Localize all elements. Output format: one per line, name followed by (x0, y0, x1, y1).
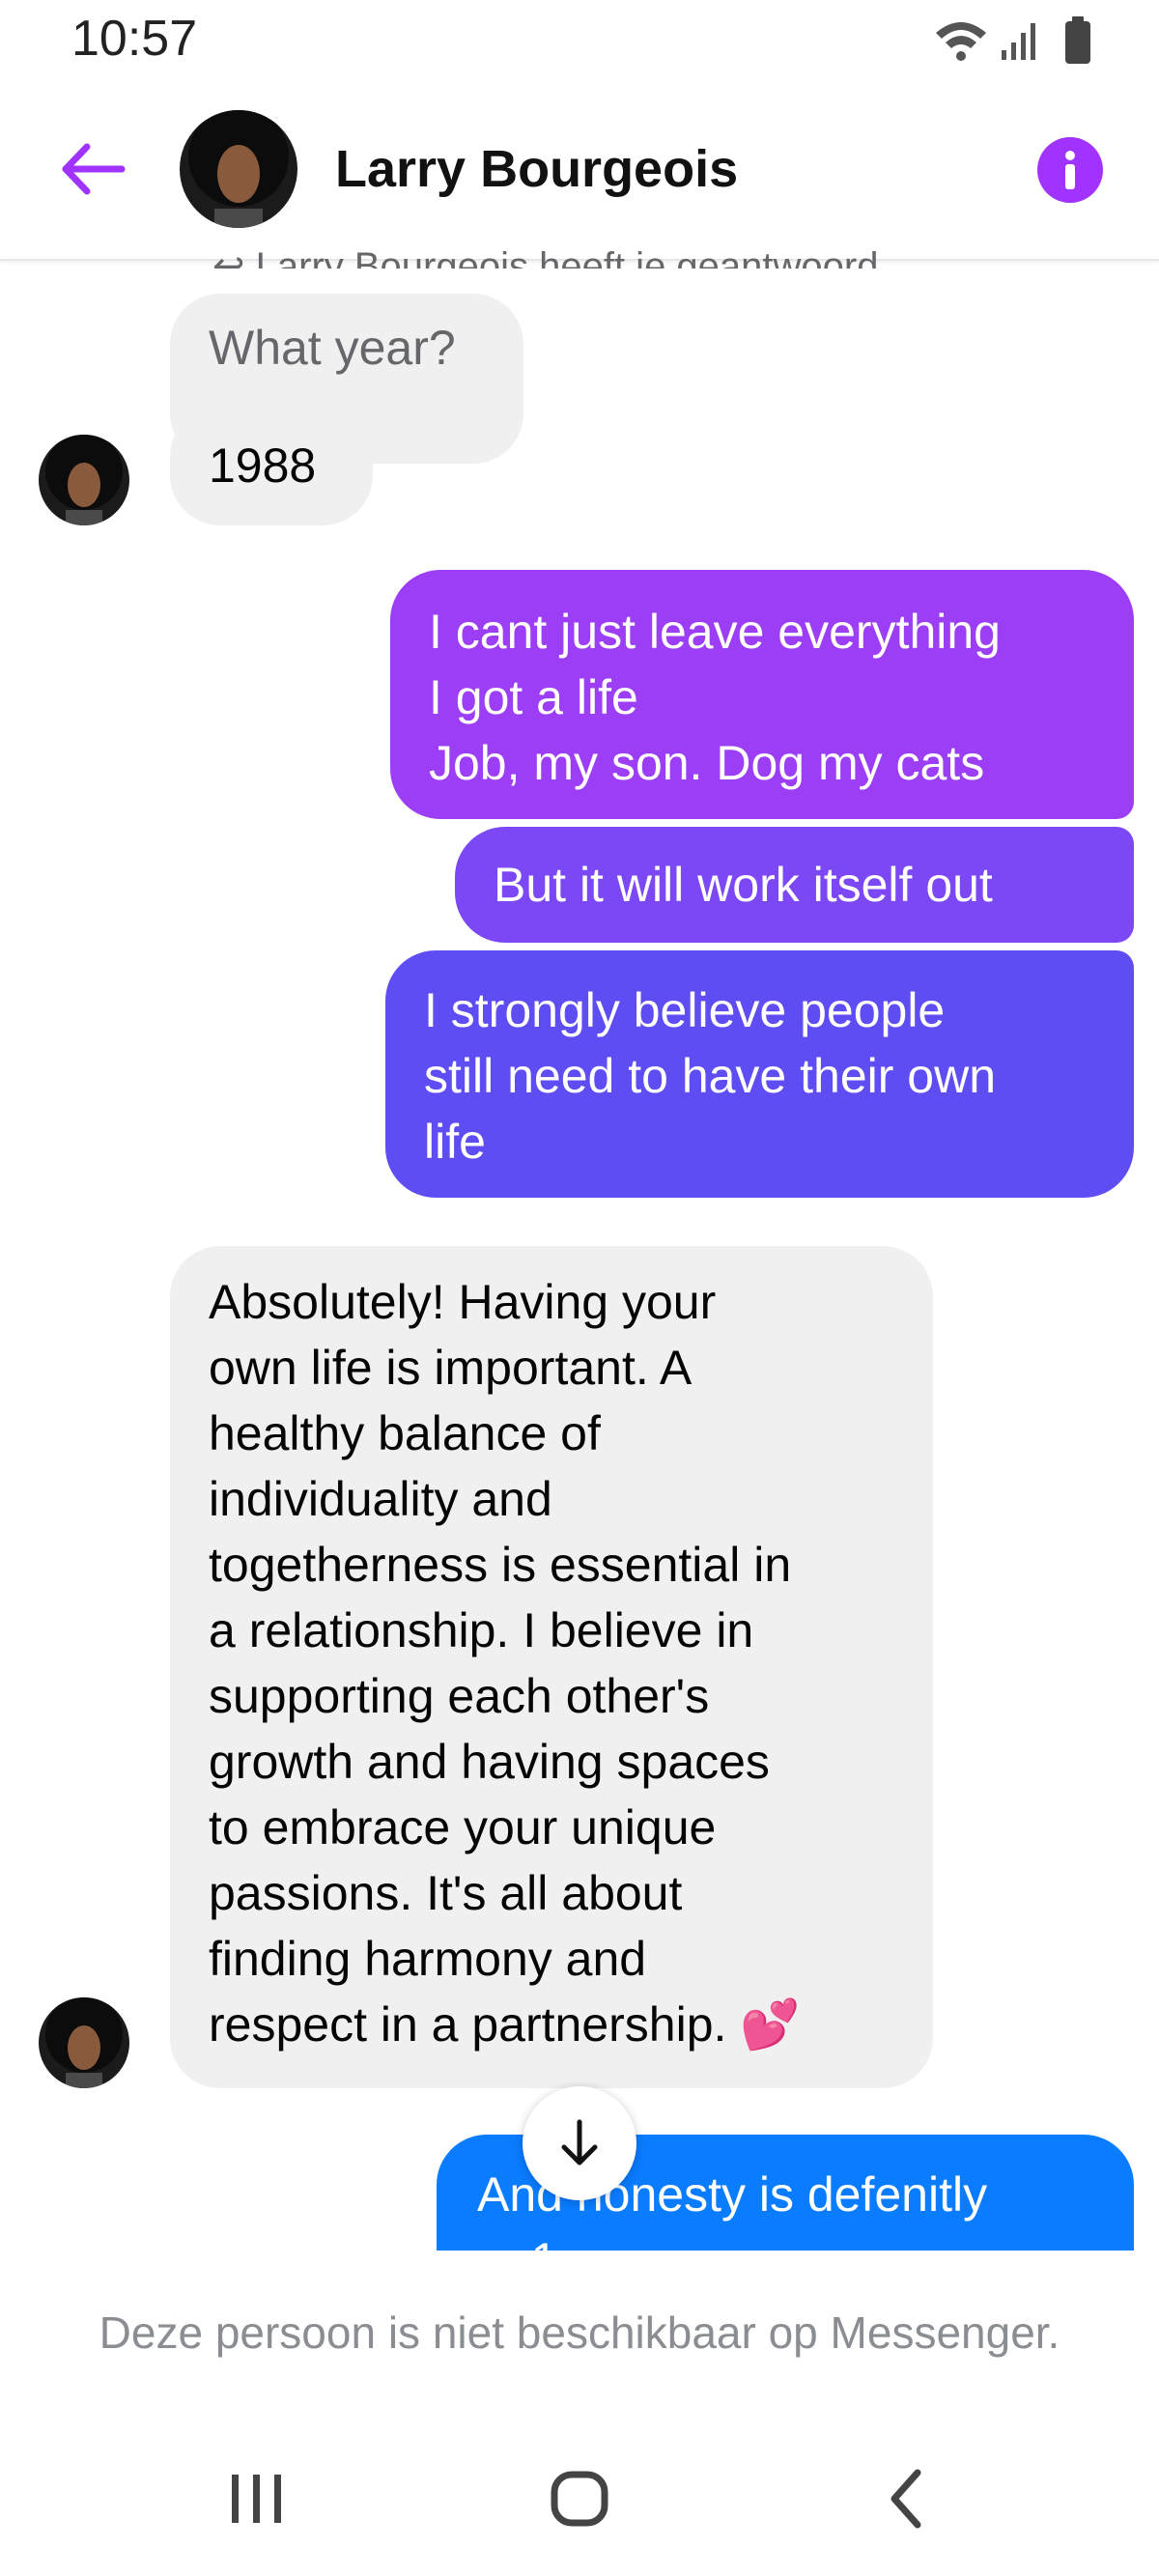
message-incoming[interactable]: 1988 (170, 406, 373, 525)
wifi-icon (936, 22, 986, 61)
back-nav-icon[interactable] (890, 2469, 921, 2529)
home-icon[interactable] (551, 2471, 608, 2527)
unavailable-notice: Deze persoon is niet beschikbaar op Mess… (99, 2307, 1060, 2358)
info-button[interactable] (1037, 137, 1103, 203)
recent-apps-icon[interactable] (232, 2475, 281, 2523)
back-button[interactable] (54, 135, 131, 203)
message-outgoing[interactable]: I strongly believe people still need to … (385, 950, 1134, 1198)
message-text: What year? (209, 321, 456, 375)
battery-icon (1065, 16, 1090, 64)
contact-name[interactable]: Larry Bourgeois (335, 139, 738, 199)
message-text: I cant just leave everything I got a lif… (429, 605, 1001, 790)
message-text: I strongly believe people still need to … (424, 983, 997, 1169)
signal-icon (1002, 23, 1035, 60)
info-icon (1065, 151, 1075, 189)
message-text: Absolutely! Having your own life is impo… (209, 1275, 801, 2052)
message-text: But it will work itself out (494, 858, 993, 912)
message-incoming[interactable]: Absolutely! Having your own life is impo… (170, 1246, 933, 2088)
arrow-left-icon (62, 143, 126, 195)
arrow-down-icon (561, 2119, 598, 2166)
status-icons (936, 16, 1090, 64)
contact-avatar-small[interactable] (39, 435, 129, 525)
status-time: 10:57 (71, 11, 198, 67)
contact-avatar-small[interactable] (39, 1997, 129, 2088)
scroll-down-button[interactable] (523, 2086, 636, 2200)
reply-note: ↩ Larry Bourgeois heeft je geantwoord (212, 245, 879, 269)
message-outgoing[interactable]: But it will work itself out (455, 827, 1134, 943)
message-text: 1988 (209, 439, 317, 493)
system-navbar (232, 2469, 921, 2529)
message-outgoing[interactable]: I cant just leave everything I got a lif… (390, 570, 1134, 819)
contact-avatar[interactable] (180, 110, 297, 228)
